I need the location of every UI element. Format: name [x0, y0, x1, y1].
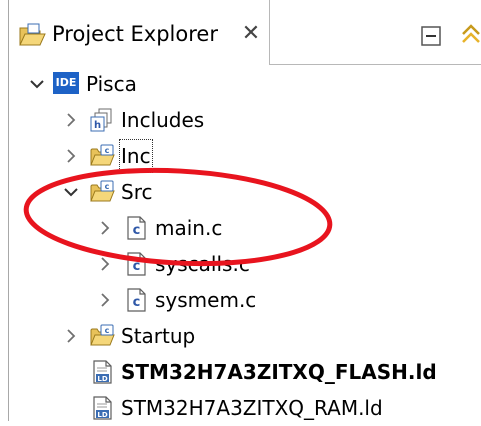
tree-row-main-c[interactable]: main.c	[9, 210, 481, 246]
ide-project-icon: IDE	[53, 72, 79, 94]
tree-row-syscalls-c[interactable]: syscalls.c	[9, 246, 481, 282]
tree-row-sysmem-c[interactable]: sysmem.c	[9, 282, 481, 318]
tree-item-label: STM32H7A3ZITXQ_FLASH.ld	[121, 360, 437, 384]
tree-item-label: main.c	[155, 216, 223, 240]
tree-item-label: sysmem.c	[155, 288, 257, 312]
view-tab-bar: Project Explorer ✕	[9, 0, 481, 66]
chevron-down-icon[interactable]	[27, 74, 47, 94]
tree-item-label: syscalls.c	[155, 252, 250, 276]
tree-item-label: STM32H7A3ZITXQ_RAM.ld	[121, 396, 383, 420]
tree-row-startup[interactable]: Startup	[9, 318, 481, 354]
linker-script-icon	[89, 359, 115, 385]
tree-item-label: Inc	[119, 139, 153, 173]
tree-item-label: Startup	[121, 324, 196, 348]
tree-row-flash-ld[interactable]: STM32H7A3ZITXQ_FLASH.ld	[9, 354, 481, 390]
tab-strip-divider	[269, 64, 481, 65]
source-folder-icon	[89, 179, 115, 205]
chevron-right-icon[interactable]	[95, 254, 115, 274]
tab-title: Project Explorer	[52, 22, 218, 46]
tree-item-label: Src	[121, 180, 153, 204]
link-with-editor-icon[interactable]	[457, 20, 481, 50]
project-explorer-icon	[19, 23, 46, 46]
linker-script-icon	[89, 395, 115, 421]
chevron-right-icon[interactable]	[95, 290, 115, 310]
source-folder-icon	[89, 143, 115, 169]
tree-row-includes[interactable]: h Includes	[9, 102, 481, 138]
chevron-right-icon[interactable]	[61, 326, 81, 346]
c-file-icon	[123, 215, 149, 241]
chevron-right-icon[interactable]	[61, 146, 81, 166]
svg-text:h: h	[94, 120, 101, 131]
tree-row-project[interactable]: IDE Pisca	[9, 66, 481, 102]
close-icon[interactable]: ✕	[239, 20, 263, 48]
source-folder-icon	[89, 323, 115, 349]
c-file-icon	[123, 287, 149, 313]
chevron-right-icon[interactable]	[95, 218, 115, 238]
project-tree: IDE Pisca h Includes Inc Src main.c sysc…	[9, 66, 481, 421]
tree-row-src[interactable]: Src	[9, 174, 481, 210]
tree-row-inc[interactable]: Inc	[9, 138, 481, 174]
includes-icon: h	[90, 108, 112, 132]
tab-project-explorer[interactable]: Project Explorer ✕	[9, 0, 270, 65]
c-file-icon	[123, 251, 149, 277]
chevron-down-icon[interactable]	[61, 182, 81, 202]
tree-item-label: Includes	[121, 108, 205, 132]
project-label: Pisca	[86, 72, 137, 96]
collapse-all-icon[interactable]	[417, 22, 445, 50]
chevron-right-icon[interactable]	[61, 110, 81, 130]
